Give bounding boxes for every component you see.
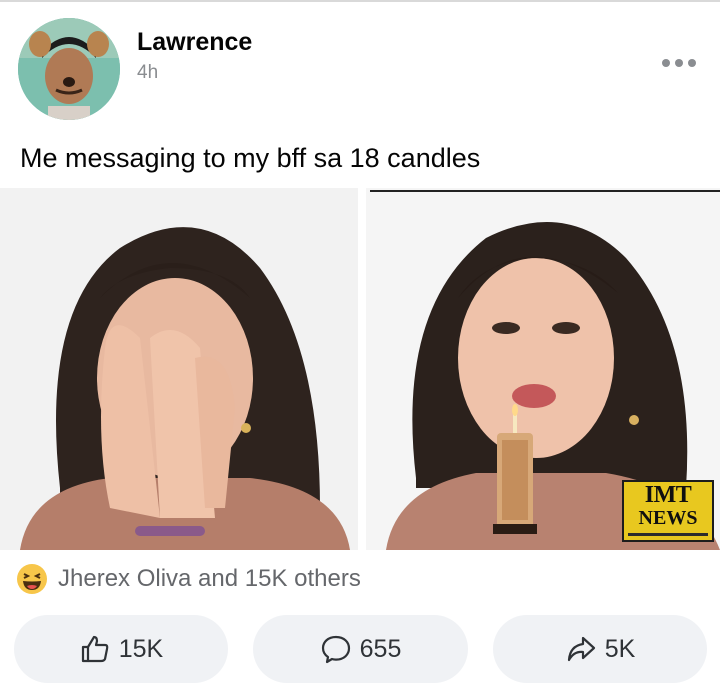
- watermark-line-2: NEWS: [638, 507, 698, 529]
- like-count: 15K: [118, 634, 164, 663]
- feed-post: Lawrence 4h Me messaging to my bff sa 18…: [0, 0, 720, 696]
- imt-news-watermark: IMT NEWS: [622, 480, 714, 542]
- like-button[interactable]: 15K: [14, 615, 228, 683]
- meme-panel-right: IMT NEWS: [366, 188, 720, 550]
- panel-divider: [358, 188, 366, 550]
- top-divider: [0, 0, 720, 2]
- comment-bubble-icon: [321, 635, 350, 664]
- share-arrow-icon: [567, 636, 595, 662]
- author-name[interactable]: Lawrence: [137, 28, 252, 57]
- panel-top-rule: [370, 190, 720, 192]
- thumbs-up-icon: [81, 635, 109, 663]
- share-count: 5K: [604, 634, 636, 663]
- dot-icon: [662, 59, 670, 67]
- meme-panel-left: [0, 188, 358, 550]
- post-caption: Me messaging to my bff sa 18 candles: [20, 143, 481, 173]
- dot-icon: [675, 59, 683, 67]
- share-button[interactable]: 5K: [493, 615, 707, 683]
- post-timestamp[interactable]: 4h: [137, 62, 158, 84]
- comment-count: 655: [359, 634, 402, 663]
- post-image[interactable]: IMT NEWS: [0, 188, 720, 550]
- reactions-summary[interactable]: Jherex Oliva and 15K others: [16, 562, 361, 596]
- author-avatar[interactable]: [18, 18, 120, 120]
- watermark-bar: [628, 533, 708, 536]
- reactions-text: Jherex Oliva and 15K others: [58, 565, 361, 592]
- more-options-button[interactable]: [660, 53, 698, 73]
- avatar-image: [18, 18, 120, 120]
- comment-button[interactable]: 655: [253, 615, 468, 683]
- watermark-line-1: IMT: [644, 482, 692, 508]
- haha-emoji-icon: [17, 564, 47, 594]
- dot-icon: [688, 59, 696, 67]
- woman-covering-face-illustration: [0, 188, 358, 550]
